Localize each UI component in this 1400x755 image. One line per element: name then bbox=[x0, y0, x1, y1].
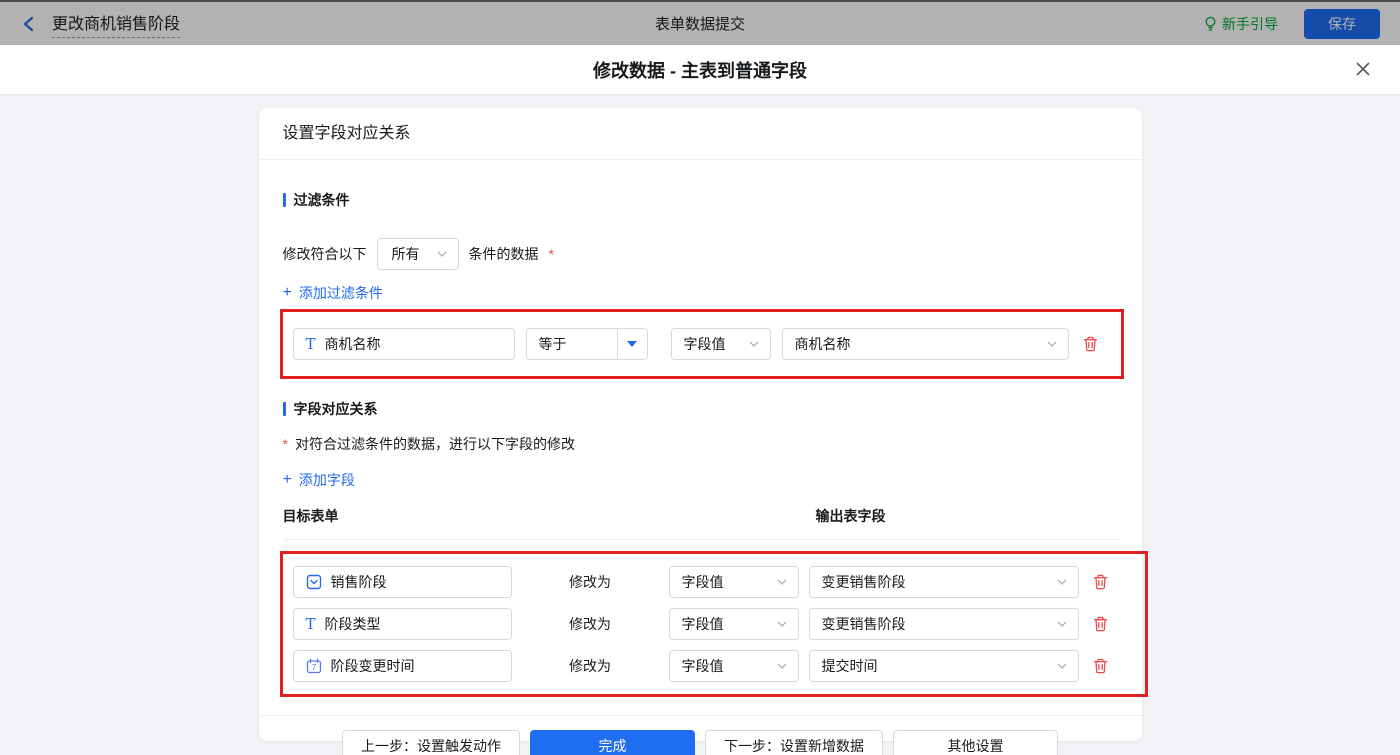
date-field-icon: 7 bbox=[306, 658, 322, 674]
beginner-guide-link[interactable]: 新手引导 bbox=[1204, 14, 1278, 34]
trash-icon bbox=[1083, 336, 1097, 352]
close-icon bbox=[1356, 62, 1370, 76]
output-field-select[interactable]: 变更销售阶段 bbox=[808, 608, 1079, 640]
target-field-label: 销售阶段 bbox=[330, 574, 387, 590]
close-button[interactable] bbox=[1354, 60, 1372, 78]
lightbulb-icon bbox=[1204, 16, 1217, 32]
modal-header: 修改数据 - 主表到普通字段 bbox=[0, 45, 1400, 95]
modify-label: 修改为 bbox=[569, 574, 611, 590]
condition-prefix: 修改符合以下 bbox=[282, 246, 367, 262]
flow-name-label[interactable]: 更改商机销售阶段 bbox=[52, 10, 181, 38]
next-step-button[interactable]: 下一步：设置新增数据 bbox=[705, 730, 883, 755]
mapping-description: * 对符合过滤条件的数据，进行以下字段的修改 bbox=[282, 436, 575, 452]
prev-step-button[interactable]: 上一步：设置触发动作 bbox=[342, 730, 520, 755]
required-asterisk: * bbox=[282, 436, 288, 452]
filter-field-input[interactable]: 商机名称 bbox=[292, 328, 515, 360]
trash-icon bbox=[1093, 616, 1107, 632]
save-button[interactable]: 保存 bbox=[1304, 8, 1380, 39]
chevron-down-icon bbox=[437, 251, 446, 257]
match-mode-select[interactable]: 所有 bbox=[376, 238, 459, 270]
valuetype-select[interactable]: 字段值 bbox=[668, 566, 799, 598]
chevron-down-icon bbox=[777, 663, 786, 669]
filter-section-title: 过滤条件 bbox=[282, 190, 1118, 210]
filter-row: 商机名称 等于 字段值 商机名称 bbox=[292, 328, 1111, 360]
select-field-icon bbox=[306, 574, 322, 590]
operator-value: 等于 bbox=[538, 336, 567, 352]
add-field-link[interactable]: + 添加字段 bbox=[283, 470, 355, 490]
caret-down-icon[interactable] bbox=[616, 329, 647, 359]
mapping-row: 7 阶段变更时间 修改为 字段值 提交时间 bbox=[292, 650, 1135, 682]
filter-valuetype-select[interactable]: 字段值 bbox=[670, 328, 771, 360]
done-button[interactable]: 完成 bbox=[530, 730, 695, 755]
mapping-section-title: 字段对应关系 bbox=[282, 399, 1118, 419]
mapping-row: 阶段类型 修改为 字段值 变更销售阶段 bbox=[292, 608, 1135, 640]
beginner-guide-label: 新手引导 bbox=[1222, 15, 1278, 32]
chevron-down-icon bbox=[749, 341, 758, 347]
target-field-label: 阶段变更时间 bbox=[330, 658, 415, 674]
delete-filter-button[interactable] bbox=[1083, 336, 1098, 352]
modal-title: 修改数据 - 主表到普通字段 bbox=[593, 60, 807, 81]
mapping-row: 销售阶段 修改为 字段值 变更销售阶段 bbox=[292, 566, 1135, 598]
annotation-box-mapping: 销售阶段 修改为 字段值 变更销售阶段 T 阶段类型 修改为 字段值 变更销售阶… bbox=[279, 551, 1148, 697]
chevron-down-icon bbox=[777, 621, 786, 627]
filter-operator-select[interactable]: 等于 bbox=[525, 328, 648, 360]
filter-value-select[interactable]: 商机名称 bbox=[781, 328, 1069, 360]
trash-icon bbox=[1093, 658, 1107, 674]
filter-field-label: 商机名称 bbox=[324, 336, 381, 352]
chevron-down-icon bbox=[1057, 663, 1066, 669]
page-title: 表单数据提交 bbox=[654, 16, 745, 33]
other-settings-button[interactable]: 其他设置 bbox=[893, 730, 1058, 755]
modify-label: 修改为 bbox=[569, 616, 611, 632]
target-field-input[interactable]: 阶段类型 bbox=[292, 608, 512, 640]
footer: 上一步：设置触发动作 完成 下一步：设置新增数据 其他设置 bbox=[259, 716, 1142, 755]
chevron-down-icon bbox=[1057, 579, 1066, 585]
text-field-icon bbox=[306, 617, 316, 632]
valuetype-value: 字段值 bbox=[683, 336, 726, 352]
valuetype-select[interactable]: 字段值 bbox=[668, 608, 799, 640]
target-field-input[interactable]: 7 阶段变更时间 bbox=[292, 650, 512, 682]
valuetype-select[interactable]: 字段值 bbox=[668, 650, 799, 682]
target-field-label: 阶段类型 bbox=[324, 616, 381, 632]
chevron-down-icon bbox=[777, 579, 786, 585]
svg-text:7: 7 bbox=[311, 662, 316, 672]
condition-sentence: 修改符合以下 所有 条件的数据 * bbox=[283, 238, 1118, 270]
column-output-field: 输出表字段 bbox=[815, 508, 886, 524]
delete-row-button[interactable] bbox=[1093, 658, 1108, 674]
delete-row-button[interactable] bbox=[1093, 616, 1108, 632]
section-bar bbox=[282, 402, 286, 416]
chevron-down-icon bbox=[1047, 341, 1056, 347]
target-field-input[interactable]: 销售阶段 bbox=[292, 566, 512, 598]
output-field-select[interactable]: 变更销售阶段 bbox=[808, 566, 1079, 598]
text-field-icon bbox=[306, 337, 316, 352]
trash-icon bbox=[1093, 574, 1107, 590]
add-filter-condition-link[interactable]: + 添加过滤条件 bbox=[283, 283, 383, 303]
mapping-column-headers: 目标表单 输出表字段 bbox=[282, 506, 1118, 540]
section-bar bbox=[282, 193, 286, 207]
annotation-box-filter: 商机名称 等于 字段值 商机名称 bbox=[279, 309, 1124, 379]
condition-suffix: 条件的数据 bbox=[468, 246, 539, 262]
column-target-form: 目标表单 bbox=[282, 508, 339, 524]
card-title: 设置字段对应关系 bbox=[258, 108, 1142, 160]
output-field-select[interactable]: 提交时间 bbox=[808, 650, 1079, 682]
filter-value: 商机名称 bbox=[794, 336, 851, 352]
topbar: 更改商机销售阶段 表单数据提交 新手引导 保存 bbox=[0, 0, 1400, 45]
settings-card: 设置字段对应关系 过滤条件 修改符合以下 所有 条件的数据 * + 添加过滤条件 bbox=[258, 108, 1148, 755]
back-button[interactable] bbox=[20, 15, 38, 33]
modal-body: 设置字段对应关系 过滤条件 修改符合以下 所有 条件的数据 * + 添加过滤条件 bbox=[0, 108, 1400, 755]
chevron-down-icon bbox=[1057, 621, 1066, 627]
required-asterisk: * bbox=[548, 246, 554, 262]
plus-icon: + bbox=[282, 284, 292, 301]
plus-icon: + bbox=[282, 471, 292, 488]
modify-label: 修改为 bbox=[569, 658, 611, 674]
back-chevron-icon bbox=[20, 15, 38, 33]
delete-row-button[interactable] bbox=[1093, 574, 1108, 590]
